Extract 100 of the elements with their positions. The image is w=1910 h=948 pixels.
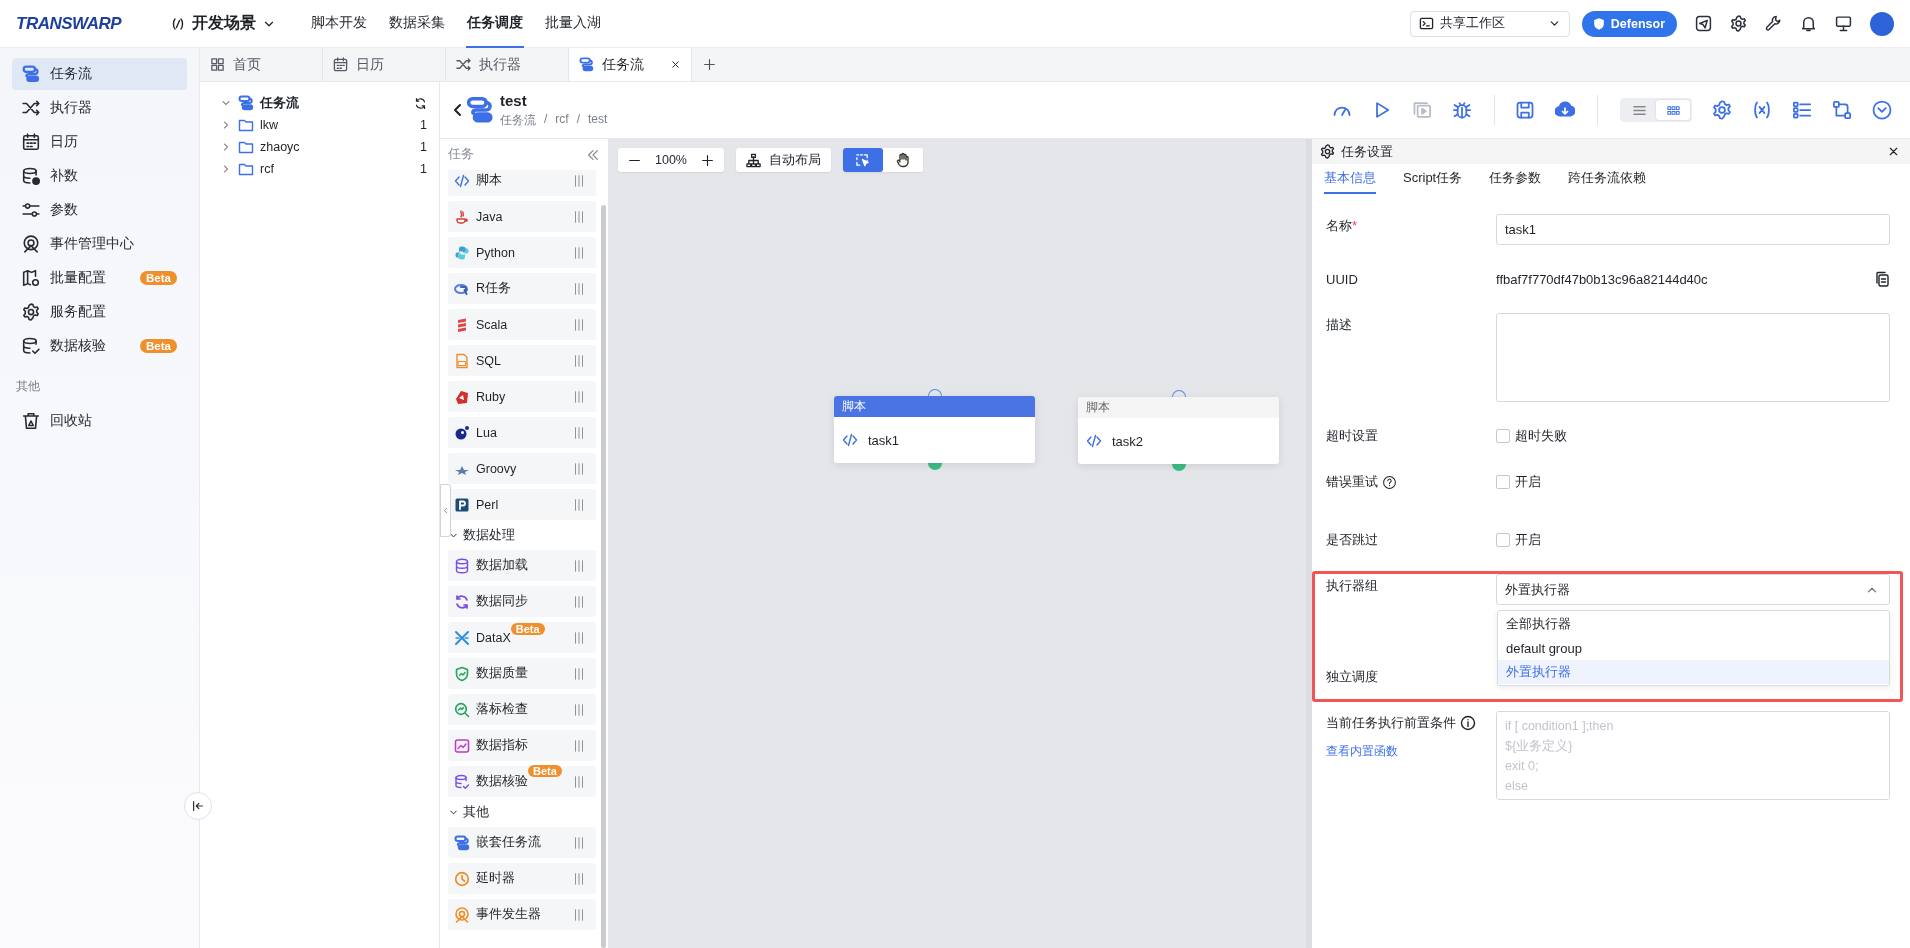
page-tab[interactable]: 任务流 (569, 48, 692, 81)
palette-group-header[interactable]: 数据处理 (448, 525, 596, 545)
settings-tab[interactable]: 任务参数 (1489, 164, 1542, 194)
dropdown-option[interactable]: default group (1498, 636, 1889, 660)
breadcrumb-item[interactable]: rcf (555, 111, 569, 129)
settings-tab[interactable]: 基本信息 (1324, 164, 1376, 194)
nav-tab[interactable]: 脚本开发 (310, 0, 368, 48)
code-icon (1086, 433, 1102, 449)
name-field[interactable]: task1 (1496, 214, 1890, 245)
dropdown-option[interactable]: 全部执行器 (1498, 612, 1889, 636)
palette-group-header[interactable]: 其他 (448, 802, 596, 822)
close-icon[interactable] (1887, 145, 1900, 158)
checkbox[interactable] (1496, 475, 1510, 489)
palette-item[interactable]: 嵌套任务流 (448, 827, 596, 858)
palette-item[interactable]: Lua (448, 417, 596, 448)
variable-icon[interactable] (1752, 100, 1772, 120)
palette-item[interactable]: Ruby (448, 381, 596, 412)
tree-item[interactable]: zhaoyc 1 (220, 136, 427, 158)
send-icon[interactable] (1695, 15, 1712, 32)
refresh-icon[interactable] (414, 96, 427, 110)
sidebar-item[interactable]: 批量配置 Beta (12, 262, 187, 294)
tree-item[interactable]: 任务流 (220, 92, 427, 114)
database-check-icon (454, 773, 470, 790)
scrollbar[interactable] (601, 205, 606, 948)
sidebar-item[interactable]: 回收站 (12, 405, 187, 437)
cloud-download-icon[interactable] (1555, 100, 1575, 120)
palette-item[interactable]: R任务 (448, 273, 596, 304)
palette-item[interactable]: 落标检查 (448, 694, 596, 725)
close-icon[interactable] (670, 59, 681, 70)
checkbox-option[interactable]: 开启 (1496, 470, 1890, 494)
palette-item[interactable]: 数据质量 (448, 658, 596, 689)
avatar[interactable] (1870, 11, 1894, 36)
workspace-select[interactable]: 共享工作区 (1409, 10, 1570, 37)
sidebar-item[interactable]: 补数 (12, 160, 187, 192)
nav-tab[interactable]: 批量入湖 (544, 0, 602, 48)
executor-group-select[interactable]: 外置执行器 (1496, 574, 1890, 605)
palette-item[interactable]: 数据同步 (448, 586, 596, 617)
sidebar-item[interactable]: 服务配置 (12, 296, 187, 328)
settings-icon[interactable] (1730, 15, 1747, 32)
scene-switcher[interactable]: 开发场景 (170, 13, 276, 34)
palette-item[interactable]: 数据指标 (448, 730, 596, 761)
bug-icon[interactable] (1452, 100, 1472, 120)
sidebar-item[interactable]: 事件管理中心 (12, 228, 187, 260)
tree-item[interactable]: lkw 1 (220, 114, 427, 136)
nav-tab[interactable]: 数据采集 (388, 0, 446, 48)
sidebar-item[interactable]: 日历 (12, 126, 187, 158)
settings-tab[interactable]: Script任务 (1403, 164, 1463, 194)
palette-item[interactable]: 事件发生器 (448, 899, 596, 930)
chevron-circle-icon[interactable] (1872, 100, 1892, 120)
node-type: 脚本 (1086, 399, 1110, 416)
tree-item[interactable]: rcf 1 (220, 158, 427, 180)
auto-layout-button[interactable]: 自动布局 (736, 148, 831, 172)
page-tab[interactable]: 日历 (323, 48, 446, 81)
help-icon[interactable] (1382, 474, 1397, 490)
monitor-icon[interactable] (1835, 15, 1852, 32)
flow-branch-icon[interactable] (1832, 100, 1852, 120)
info-icon[interactable] (1460, 715, 1476, 731)
palette-item[interactable]: Groovy (448, 453, 596, 484)
list-icon[interactable] (1792, 100, 1812, 120)
sidebar-item[interactable]: 参数 (12, 194, 187, 226)
wrench-icon[interactable] (1765, 15, 1782, 32)
checkbox[interactable] (1496, 429, 1510, 443)
defensor-button[interactable]: Defensor (1581, 10, 1677, 37)
task-node[interactable]: 脚本 task2 (1078, 397, 1279, 464)
plus-icon[interactable] (701, 153, 714, 167)
builtin-functions-link[interactable]: 查看内置函数 (1326, 743, 1496, 760)
palette-item[interactable]: Python (448, 237, 596, 268)
copy-icon[interactable] (1874, 271, 1890, 287)
checkbox[interactable] (1496, 533, 1510, 547)
expand-handle[interactable] (440, 484, 451, 537)
bell-icon[interactable] (1800, 15, 1817, 32)
palette-item[interactable]: 数据加载 (448, 550, 596, 581)
drag-handle-icon (572, 497, 586, 512)
page-tab[interactable]: 首页 (200, 48, 323, 81)
field-label: UUID (1326, 271, 1358, 287)
palette-item[interactable]: Perl (448, 489, 596, 520)
sidebar-item[interactable]: 执行器 (12, 92, 187, 124)
palette-item[interactable]: Java (448, 201, 596, 232)
dropdown-option[interactable]: 外置执行器 (1498, 660, 1889, 684)
task-node[interactable]: 脚本 task1 (834, 396, 1035, 463)
palette-item[interactable]: SQL (448, 345, 596, 376)
description-field[interactable] (1496, 313, 1890, 402)
palette-item[interactable]: Scala (448, 309, 596, 340)
condition-field[interactable]: if [ condition1 ];then ${业务定义} exit 0; else (1496, 711, 1890, 800)
palette-item[interactable]: 脚本 (448, 170, 596, 196)
breadcrumb-item[interactable]: 任务流 (500, 111, 536, 129)
settings-tab[interactable]: 跨任务流依赖 (1568, 164, 1647, 194)
view-toggle-button[interactable] (1656, 100, 1690, 120)
palette-item[interactable]: 延时器 (448, 863, 596, 894)
logo[interactable]: TRANSWARP (16, 13, 152, 34)
checkbox-option[interactable]: 开启 (1496, 528, 1890, 552)
collapse-double-left-icon[interactable] (586, 147, 600, 162)
sidebar-item[interactable]: 任务流 (12, 58, 187, 90)
flow-icon (579, 57, 594, 72)
checkbox-option[interactable]: 超时失败 (1496, 424, 1890, 448)
palette-item[interactable]: 数据核验 Beta (448, 766, 596, 797)
palette-item[interactable]: DataX Beta (448, 622, 596, 653)
sidebar-item[interactable]: 数据核验 Beta (12, 330, 187, 362)
canvas-tool-button[interactable] (883, 148, 923, 172)
save-icon[interactable] (1515, 100, 1535, 120)
